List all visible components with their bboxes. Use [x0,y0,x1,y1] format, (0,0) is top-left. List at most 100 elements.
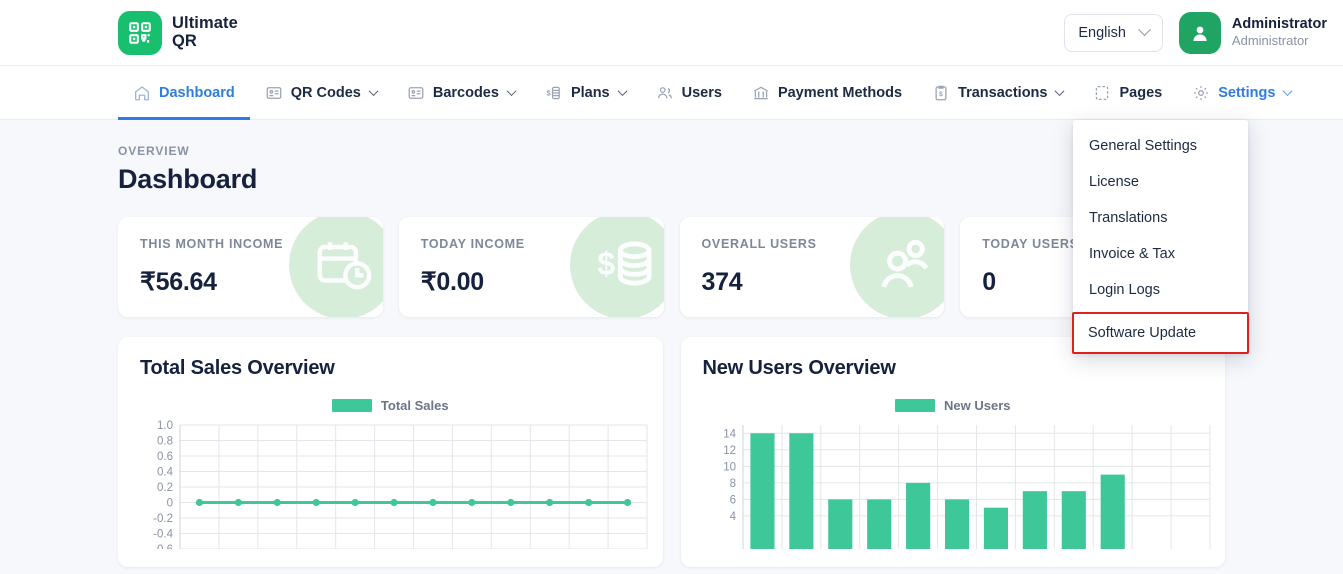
chart-panels: Total Sales Overview Total Sales 1.0 0.8 0… [118,337,1225,567]
menu-item-license[interactable]: License [1073,164,1248,200]
panel-new-users-overview: New Users Overview New Users 14 12 10 8 6 4 [681,337,1226,567]
brand-name-line2: QR [172,33,238,51]
brand-name-line1: Ultimate [172,15,238,33]
stat-card-this-month-income: THIS MONTH INCOME ₹56.64 [118,217,383,317]
gear-icon [1192,84,1210,102]
svg-text:0.2: 0.2 [157,482,173,494]
nav-label: QR Codes [291,85,361,101]
language-selector[interactable]: English [1064,14,1163,52]
stat-card-today-income: $ TODAY INCOME ₹0.00 [399,217,664,317]
settings-dropdown-menu: General Settings License Translations In… [1073,120,1248,354]
svg-text:0.4: 0.4 [157,467,174,479]
menu-item-general-settings[interactable]: General Settings [1073,128,1248,164]
panel-title: Total Sales Overview [140,357,641,380]
menu-item-login-logs[interactable]: Login Logs [1073,272,1248,308]
stat-label: TODAY INCOME [421,237,642,251]
stacked-coins-icon: $ [545,84,563,102]
chevron-down-icon [617,86,627,96]
panel-title: New Users Overview [703,357,1204,380]
svg-text:14: 14 [723,428,736,440]
top-bar: Ultimate QR English Administrator Admini… [0,0,1343,66]
svg-text:$: $ [546,88,551,97]
nav-label: Transactions [958,85,1047,101]
qr-code-icon [118,11,162,55]
svg-text:-0.4: -0.4 [153,529,173,541]
chart-legend: Total Sales [140,398,641,413]
nav-label: Users [682,85,722,101]
svg-text:4: 4 [729,511,736,523]
chevron-down-icon [1283,86,1293,96]
language-value: English [1078,25,1126,41]
nav-label: Payment Methods [778,85,902,101]
stat-value: ₹0.00 [421,267,642,297]
legend-swatch [332,399,372,412]
chevron-down-icon [1138,23,1151,36]
nav-label: Pages [1119,85,1162,101]
svg-text:1.0: 1.0 [157,420,173,432]
nav-item-settings[interactable]: Settings [1177,66,1306,119]
chart-legend: New Users [703,398,1204,413]
bank-icon [752,84,770,102]
qr-card-icon [265,84,283,102]
stat-value: ₹56.64 [140,267,361,297]
line-chart-plot: 1.0 0.8 0.6 0.4 0.2 0 -0.2 -0.4 -0.6 [140,419,641,554]
svg-text:0.6: 0.6 [157,451,173,463]
page-title: Dashboard [118,164,1225,195]
svg-text:0: 0 [167,498,173,510]
nav-label: Barcodes [433,85,499,101]
home-icon [133,84,151,102]
svg-text:-0.6: -0.6 [153,544,173,549]
menu-item-software-update[interactable]: Software Update [1072,312,1249,354]
menu-item-translations[interactable]: Translations [1073,200,1248,236]
bar-chart-svg: 14 12 10 8 6 4 [703,419,1218,549]
nav-item-payment-methods[interactable]: Payment Methods [737,66,917,119]
page-icon [1093,84,1111,102]
svg-text:$: $ [939,91,943,98]
users-icon [656,84,674,102]
nav-item-qr-codes[interactable]: QR Codes [250,66,392,119]
svg-text:6: 6 [729,494,735,506]
brand-name: Ultimate QR [172,15,238,51]
stat-value: 374 [702,268,923,297]
legend-swatch [895,399,935,412]
nav-label: Dashboard [159,85,235,101]
legend-label: New Users [944,398,1010,413]
nav-item-pages[interactable]: Pages [1078,66,1177,119]
chevron-down-icon [1055,86,1065,96]
nav-item-plans[interactable]: $ Plans [530,66,641,119]
svg-text:0.8: 0.8 [157,436,173,448]
stat-card-overall-users: OVERALL USERS 374 [680,217,945,317]
bar-chart-plot: 14 12 10 8 6 4 [703,419,1204,554]
stat-label: OVERALL USERS [702,237,923,251]
svg-text:8: 8 [729,478,735,490]
chevron-down-icon [368,86,378,96]
barcode-card-icon [407,84,425,102]
user-avatar-icon [1179,12,1221,54]
line-chart-svg: 1.0 0.8 0.6 0.4 0.2 0 -0.2 -0.4 -0.6 [140,419,655,549]
brand-logo-block[interactable]: Ultimate QR [118,11,238,55]
legend-label: Total Sales [381,398,449,413]
profile-menu[interactable]: Administrator Administrator [1179,12,1327,54]
nav-item-dashboard[interactable]: Dashboard [118,66,250,119]
profile-role: Administrator [1232,33,1327,49]
nav-label: Settings [1218,85,1275,101]
nav-item-transactions[interactable]: $ Transactions [917,66,1078,119]
svg-text:-0.2: -0.2 [153,513,173,525]
stat-cards: THIS MONTH INCOME ₹56.64 $ TODAY INCOME … [118,217,1225,317]
chevron-down-icon [506,86,516,96]
nav-item-barcodes[interactable]: Barcodes [392,66,530,119]
svg-text:10: 10 [723,461,736,473]
profile-name: Administrator [1232,15,1327,33]
main-navigation: Dashboard QR Codes Barcodes $ [0,66,1343,120]
stat-label: THIS MONTH INCOME [140,237,361,251]
menu-item-invoice-and-tax[interactable]: Invoice & Tax [1073,236,1248,272]
users-group-icon [850,217,944,317]
breadcrumb: OVERVIEW [118,144,1225,158]
svg-text:12: 12 [723,445,736,457]
profile-text: Administrator Administrator [1232,15,1327,49]
topbar-right: English Administrator Administrator [1064,12,1327,54]
receipt-icon: $ [932,84,950,102]
panel-total-sales-overview: Total Sales Overview Total Sales 1.0 0.8 0… [118,337,663,567]
nav-item-users[interactable]: Users [641,66,737,119]
nav-label: Plans [571,85,610,101]
